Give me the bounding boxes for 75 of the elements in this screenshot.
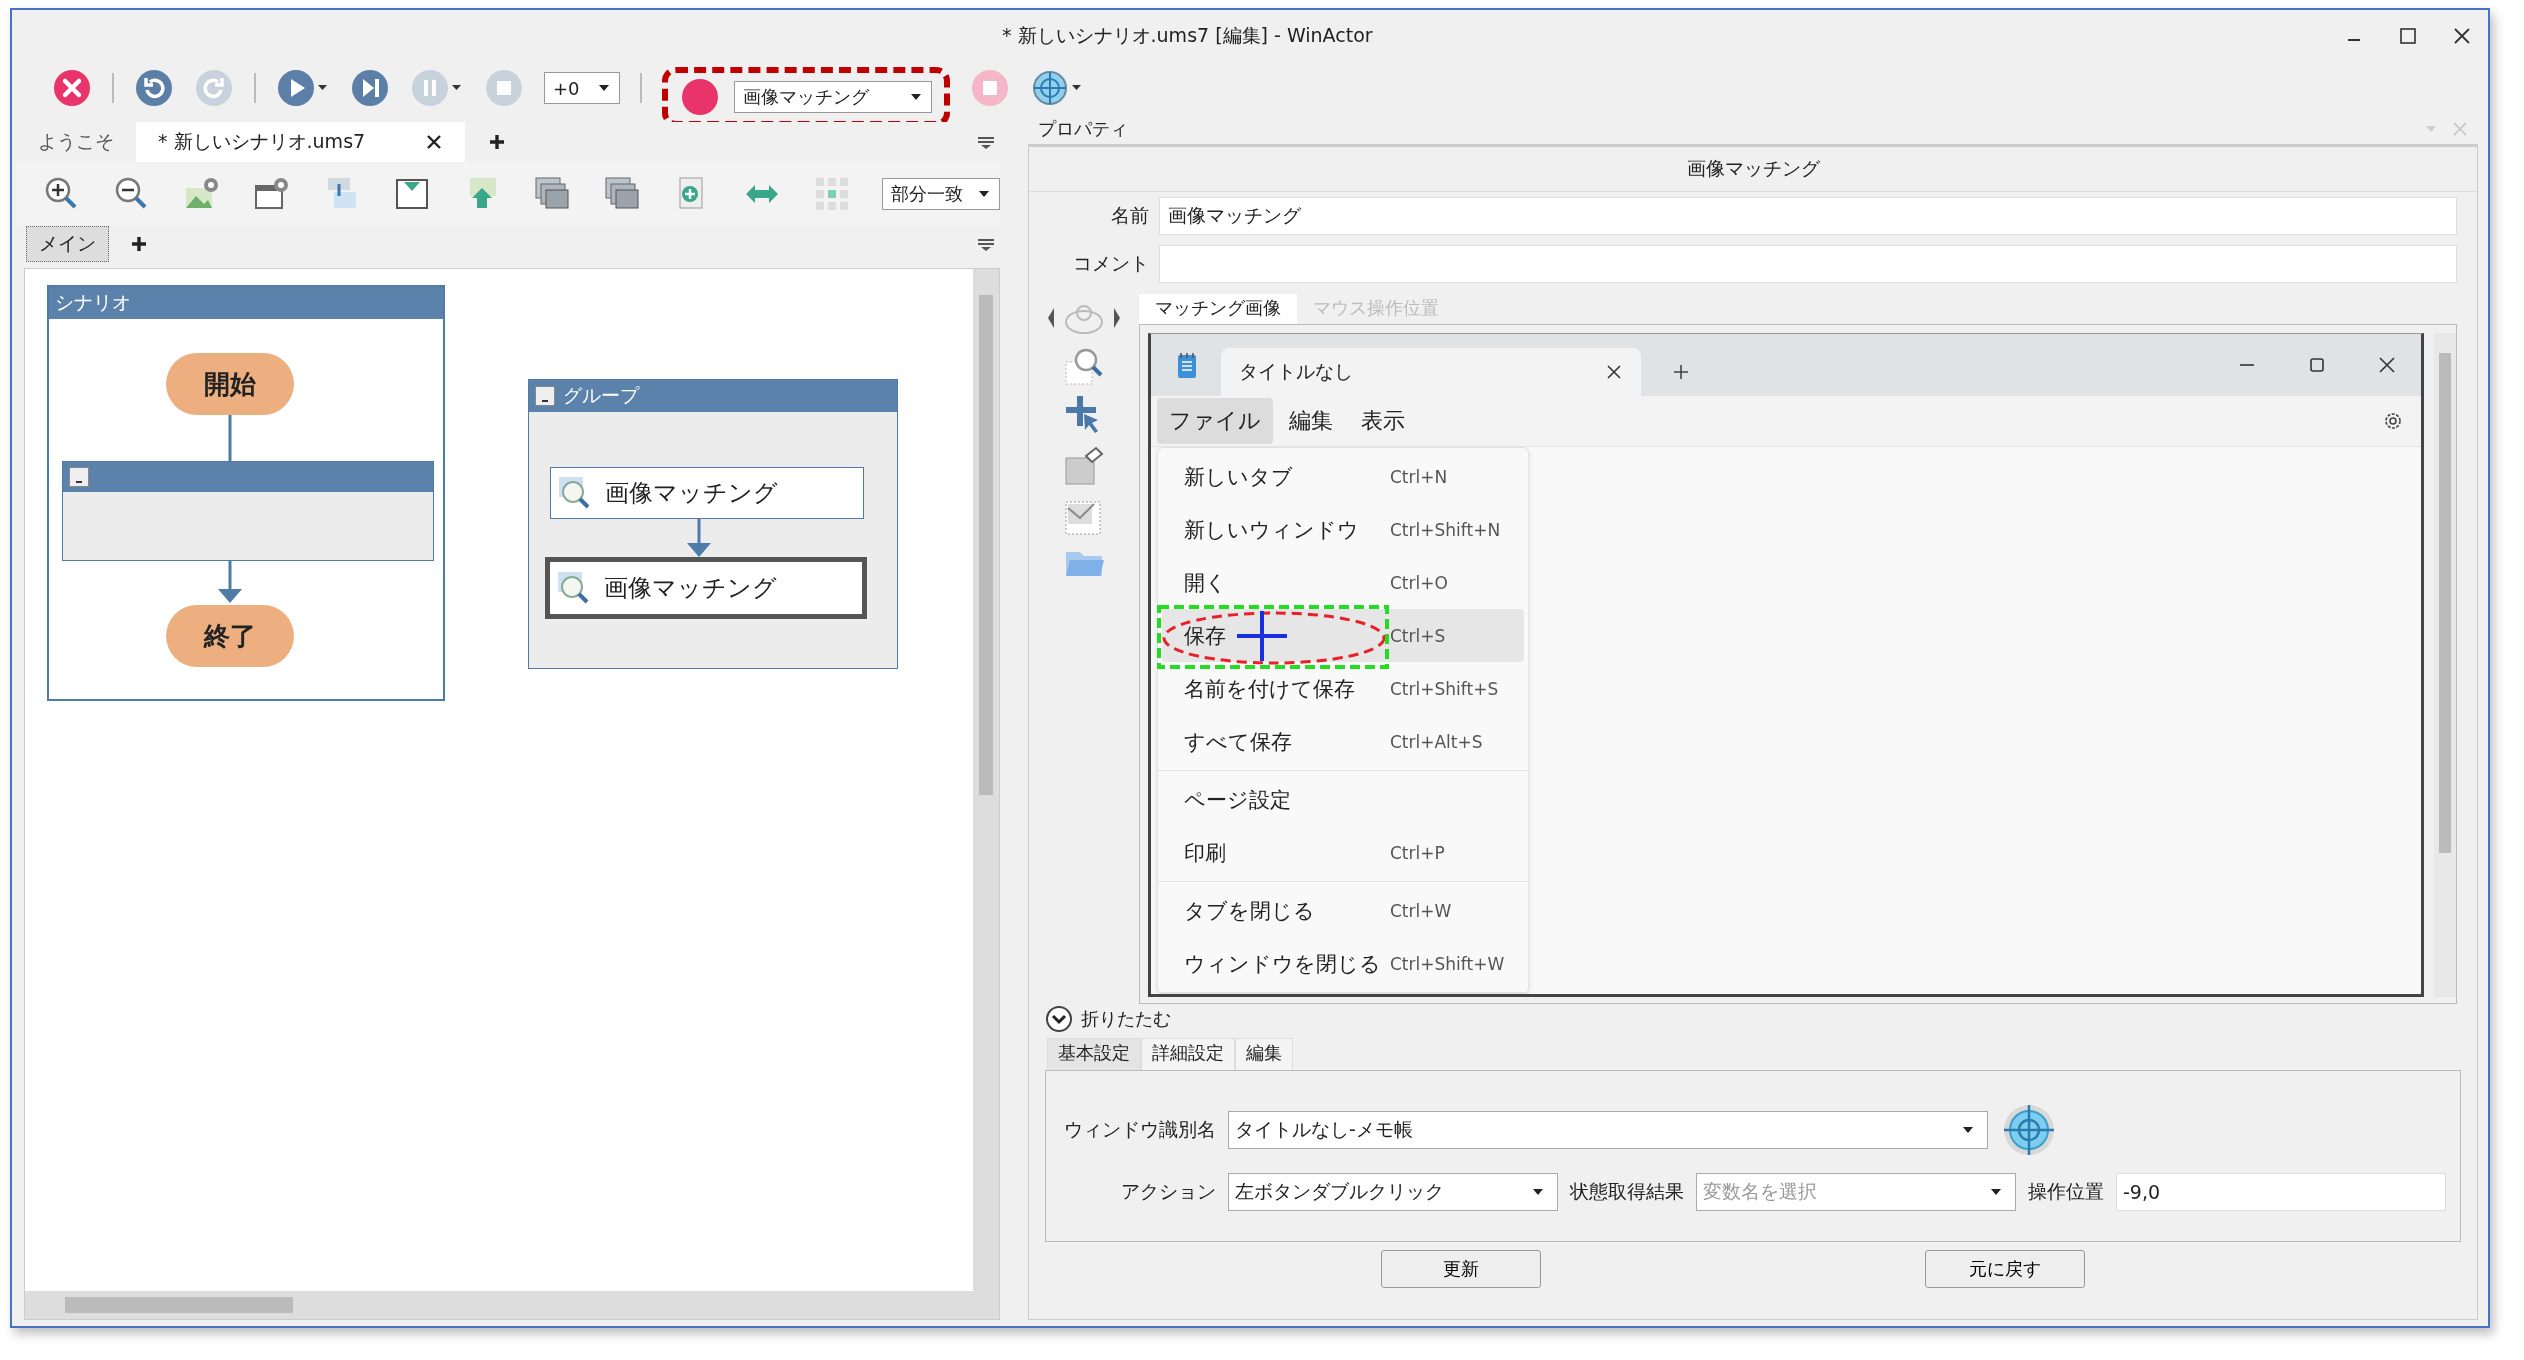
close-all-icon[interactable]: [52, 68, 92, 108]
menu-option[interactable]: タブを閉じる Ctrl+W: [1162, 884, 1524, 937]
image-match-node[interactable]: 画像マッチング: [545, 557, 867, 619]
menu-option[interactable]: ページ設定: [1162, 773, 1524, 826]
connector-arrow: [685, 518, 713, 558]
action-button[interactable]: 元に戻す: [1925, 1250, 2085, 1288]
menu-option[interactable]: 保存 Ctrl+S: [1162, 609, 1524, 662]
window-tab[interactable]: タイトルなし: [1221, 348, 1641, 396]
position-field[interactable]: -9,0: [2116, 1173, 2446, 1211]
menu-icon[interactable]: [976, 134, 996, 150]
pane-title: プロパティ: [1038, 117, 1128, 141]
menu-option[interactable]: 開く Ctrl+O: [1162, 556, 1524, 609]
image-match-node[interactable]: 画像マッチング: [550, 467, 864, 519]
close-icon[interactable]: [425, 133, 444, 151]
menu-icon[interactable]: [976, 236, 996, 252]
action-button[interactable]: 更新: [1381, 1250, 1541, 1288]
add-sheet-icon[interactable]: [129, 234, 149, 254]
crosshair-icon: [1237, 611, 1287, 661]
image-tab[interactable]: マッチング画像: [1139, 294, 1297, 324]
field-label: 名前: [1110, 203, 1149, 228]
end-node[interactable]: 終了: [166, 605, 294, 667]
caret-icon: [977, 189, 991, 199]
close-icon[interactable]: [2452, 26, 2472, 46]
collapse-label[interactable]: 折りたたむ: [1081, 1007, 1171, 1031]
caret-icon: [1531, 1187, 1545, 1197]
collapse-icon[interactable]: [535, 386, 555, 406]
caret-icon: [909, 92, 923, 102]
frame-title: グループ: [563, 383, 639, 408]
field-label: 操作位置: [2028, 1179, 2104, 1204]
record-mode-dropdown[interactable]: 画像マッチング: [734, 81, 932, 113]
menu-option[interactable]: ウィンドウを閉じる Ctrl+Shift+W: [1162, 937, 1524, 990]
start-node[interactable]: 開始: [166, 353, 294, 415]
image-edit-icon[interactable]: [1062, 444, 1106, 488]
match-mode-dropdown[interactable]: 部分一致: [882, 178, 1000, 210]
document-tab[interactable]: ようこそ: [16, 122, 136, 162]
scrollbar[interactable]: [2434, 333, 2456, 997]
menu-item[interactable]: 編集: [1277, 398, 1345, 444]
document-tab[interactable]: * 新しいシナリオ.ums7: [136, 122, 466, 162]
node-type-title: 画像マッチング: [1029, 145, 2477, 192]
action-dropdown[interactable]: 左ボタンダブルクリック: [1228, 1173, 1558, 1211]
field-label: コメント: [1072, 251, 1149, 276]
close-icon[interactable]: [1605, 363, 1623, 381]
maximize-icon[interactable]: [2307, 355, 2327, 375]
collapse-icon[interactable]: [1045, 1005, 1073, 1033]
window-name-dropdown[interactable]: タイトルなし-メモ帳: [1228, 1111, 1988, 1149]
window-title: * 新しいシナリオ.ums7 [編集] - WinActor: [1002, 23, 1373, 48]
text-field[interactable]: [1159, 245, 2457, 283]
notepad-icon: [1175, 352, 1199, 380]
menu-option[interactable]: 名前を付けて保存 Ctrl+Shift+S: [1162, 662, 1524, 715]
settings-tab[interactable]: 詳細設定: [1141, 1038, 1235, 1070]
field-label: アクション: [1120, 1179, 1216, 1204]
settings-tab[interactable]: 基本設定: [1047, 1038, 1141, 1070]
speed-dropdown[interactable]: +0: [544, 72, 620, 104]
maximize-icon[interactable]: [2398, 26, 2418, 46]
record-icon[interactable]: [680, 77, 720, 117]
caret-icon: [1989, 1187, 2003, 1197]
settings-tab[interactable]: 編集: [1235, 1038, 1293, 1070]
menu-item[interactable]: 表示: [1349, 398, 1417, 444]
undo-icon[interactable]: [134, 68, 174, 108]
field-label: ウィンドウ識別名: [1063, 1117, 1216, 1142]
step-icon[interactable]: [350, 68, 390, 108]
menu-option[interactable]: 印刷 Ctrl+P: [1162, 826, 1524, 879]
menu-option[interactable]: 新しいウィンドウ Ctrl+Shift+N: [1162, 503, 1524, 556]
menu-option[interactable]: すべて保存 Ctrl+Alt+S: [1162, 715, 1524, 768]
play-icon[interactable]: [276, 68, 330, 108]
menu-item[interactable]: ファイル: [1157, 398, 1273, 444]
text-field[interactable]: 画像マッチング: [1159, 197, 2457, 235]
caret-icon: [1961, 1125, 1975, 1135]
collapse-icon[interactable]: [69, 467, 89, 487]
menu-option[interactable]: 新しいタブ Ctrl+N: [1162, 450, 1524, 503]
field-label: 状態取得結果: [1570, 1179, 1684, 1204]
frame-title: シナリオ: [55, 290, 131, 315]
close-icon[interactable]: [2377, 355, 2397, 375]
caret-icon: [597, 83, 611, 93]
sheet-tab[interactable]: メイン: [26, 226, 109, 262]
